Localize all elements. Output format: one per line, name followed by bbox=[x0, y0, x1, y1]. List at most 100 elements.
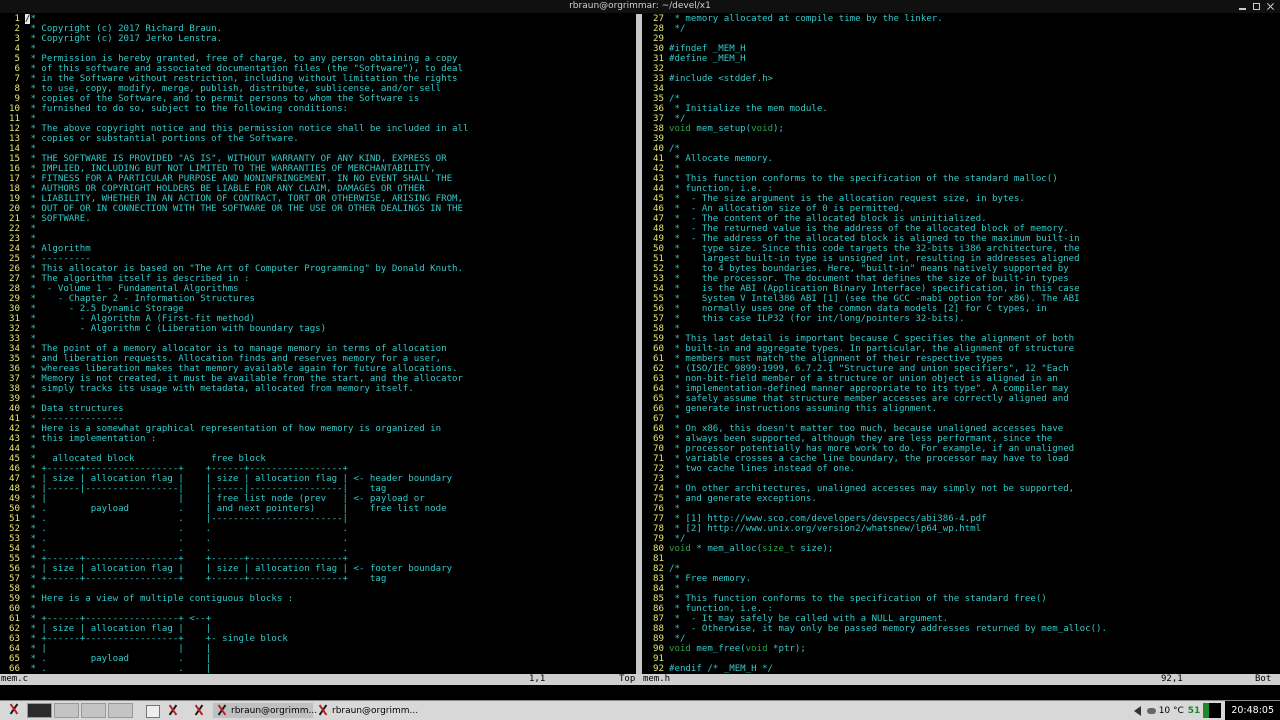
code-line[interactable]: 66 * . . | bbox=[0, 664, 636, 674]
code-line[interactable]: 77 * [1] http://www.sco.com/developers/d… bbox=[642, 514, 1280, 524]
code-line[interactable]: 34 bbox=[642, 84, 1280, 94]
workspace-4[interactable] bbox=[108, 703, 133, 718]
editor-pane-mem-h[interactable]: 27 * memory allocated at compile time by… bbox=[642, 14, 1280, 674]
code-line[interactable]: 18 * AUTHORS OR COPYRIGHT HOLDERS BE LIA… bbox=[0, 184, 636, 194]
code-line[interactable]: 3 * Copyright (c) 2017 Jerko Lenstra. bbox=[0, 34, 636, 44]
code-line[interactable]: 74 * On other architectures, unaligned a… bbox=[642, 484, 1280, 494]
code-line[interactable]: 46 * +------+-----------------+ +------+… bbox=[0, 464, 636, 474]
code-line[interactable]: 54 * . . . . bbox=[0, 544, 636, 554]
code-line[interactable]: 37 */ bbox=[642, 114, 1280, 124]
code-line[interactable]: 43 * this implementation : bbox=[0, 434, 636, 444]
workspace-3[interactable] bbox=[81, 703, 106, 718]
code-line[interactable]: 57 * +------+-----------------+ +------+… bbox=[0, 574, 636, 584]
code-line[interactable]: 64 * implementation-defined manner appro… bbox=[642, 384, 1280, 394]
code-line[interactable]: 54 * is the ABI (Application Binary Inte… bbox=[642, 284, 1280, 294]
code-line[interactable]: 53 * the processor. The document that de… bbox=[642, 274, 1280, 284]
window-titlebar[interactable]: rbraun@orgrimmar: ~/devel/x1 bbox=[0, 0, 1280, 13]
code-line[interactable]: 31 * - Algorithm A (First-fit method) bbox=[0, 314, 636, 324]
code-line[interactable]: 65 * safely assume that structure member… bbox=[642, 394, 1280, 404]
code-line[interactable]: 83 * Free memory. bbox=[642, 574, 1280, 584]
code-line[interactable]: 69 * always been supported, although the… bbox=[642, 434, 1280, 444]
code-line[interactable]: 28 * - Volume 1 - Fundamental Algorithms bbox=[0, 284, 636, 294]
code-line[interactable]: 61 * +------+-----------------+ <--+ bbox=[0, 614, 636, 624]
code-line[interactable]: 58 * bbox=[642, 324, 1280, 334]
code-line[interactable]: 10 * furnished to do so, subject to the … bbox=[0, 104, 636, 114]
code-line[interactable]: 17 * FITNESS FOR A PARTICULAR PURPOSE AN… bbox=[0, 174, 636, 184]
code-line[interactable]: 55 * System V Intel386 ABI [1] (see the … bbox=[642, 294, 1280, 304]
code-line[interactable]: 23 * bbox=[0, 234, 636, 244]
code-line[interactable]: 64 * | | | bbox=[0, 644, 636, 654]
code-line[interactable]: 73 * bbox=[642, 474, 1280, 484]
minimize-icon[interactable] bbox=[1239, 4, 1246, 10]
terminal-launcher-icon-2[interactable] bbox=[190, 703, 208, 718]
code-line[interactable]: 49 * | | | free list node (prev | <- pay… bbox=[0, 494, 636, 504]
code-line[interactable]: 42 * bbox=[642, 164, 1280, 174]
show-desktop-icon[interactable] bbox=[146, 705, 160, 718]
code-line[interactable]: 44 * bbox=[0, 444, 636, 454]
code-line[interactable]: 35 * and liberation requests. Allocation… bbox=[0, 354, 636, 364]
code-line[interactable]: 58 * bbox=[0, 584, 636, 594]
code-line[interactable]: 60 * built-in and aggregate types. In pa… bbox=[642, 344, 1280, 354]
code-line[interactable]: 9 * copies of the Software, and to permi… bbox=[0, 94, 636, 104]
code-line[interactable]: 78 * [2] http://www.unix.org/version2/wh… bbox=[642, 524, 1280, 534]
terminal-launcher-icon[interactable] bbox=[164, 703, 182, 718]
code-line[interactable]: 40 /* bbox=[642, 144, 1280, 154]
code-line[interactable]: 51 * . . |------------------------| bbox=[0, 514, 636, 524]
vim-command-line[interactable] bbox=[0, 685, 1280, 700]
code-line[interactable]: 80 void * mem_alloc(size_t size); bbox=[642, 544, 1280, 554]
code-line[interactable]: 41 * --------------- bbox=[0, 414, 636, 424]
code-line[interactable]: 50 * . payload . | and next pointers) | … bbox=[0, 504, 636, 514]
code-line[interactable]: 16 * IMPLIED, INCLUDING BUT NOT LIMITED … bbox=[0, 164, 636, 174]
code-line[interactable]: 6 * of this software and associated docu… bbox=[0, 64, 636, 74]
code-line[interactable]: 75 * and generate exceptions. bbox=[642, 494, 1280, 504]
code-line[interactable]: 38 * simply tracks its usage with metada… bbox=[0, 384, 636, 394]
code-line[interactable]: 48 * |------|-----------------| |------|… bbox=[0, 484, 636, 494]
code-line[interactable]: 49 * - The address of the allocated bloc… bbox=[642, 234, 1280, 244]
code-line[interactable]: 13 * copies or substantial portions of t… bbox=[0, 134, 636, 144]
taskbar-window-2[interactable]: rbraun@orgrimm... bbox=[314, 703, 418, 718]
code-line[interactable]: 19 * LIABILITY, WHETHER IN AN ACTION OF … bbox=[0, 194, 636, 204]
code-line[interactable]: 59 * Here is a view of multiple contiguo… bbox=[0, 594, 636, 604]
code-line[interactable]: 61 * members must match the alignment of… bbox=[642, 354, 1280, 364]
code-line[interactable]: 22 * bbox=[0, 224, 636, 234]
code-line[interactable]: 24 * Algorithm bbox=[0, 244, 636, 254]
code-line[interactable]: 31 #define _MEM_H bbox=[642, 54, 1280, 64]
code-line[interactable]: 76 * bbox=[642, 504, 1280, 514]
close-icon[interactable] bbox=[1267, 3, 1274, 10]
code-line[interactable]: 30 #ifndef _MEM_H bbox=[642, 44, 1280, 54]
code-line[interactable]: 90 void mem_free(void *ptr); bbox=[642, 644, 1280, 654]
code-line[interactable]: 45 * allocated block free block bbox=[0, 454, 636, 464]
code-line[interactable]: 1 /* bbox=[0, 14, 636, 24]
code-line[interactable]: 48 * - The returned value is the address… bbox=[642, 224, 1280, 234]
code-line[interactable]: 5 * Permission is hereby granted, free o… bbox=[0, 54, 636, 64]
code-line[interactable]: 85 * This function conforms to the speci… bbox=[642, 594, 1280, 604]
code-line[interactable]: 86 * function, i.e. : bbox=[642, 604, 1280, 614]
code-line[interactable]: 65 * . payload . | bbox=[0, 654, 636, 664]
workspace-2[interactable] bbox=[54, 703, 79, 718]
code-line[interactable]: 79 */ bbox=[642, 534, 1280, 544]
code-line[interactable]: 62 * | size | allocation flag | | bbox=[0, 624, 636, 634]
taskbar-window-1[interactable]: rbraun@orgrimm... bbox=[213, 703, 317, 718]
code-line[interactable]: 4 * bbox=[0, 44, 636, 54]
code-line[interactable]: 38 void mem_setup(void); bbox=[642, 124, 1280, 134]
code-line[interactable]: 42 * Here is a somewhat graphical repres… bbox=[0, 424, 636, 434]
code-line[interactable]: 59 * This last detail is important becau… bbox=[642, 334, 1280, 344]
code-line[interactable]: 88 * - Otherwise, it may only be passed … bbox=[642, 624, 1280, 634]
code-line[interactable]: 60 * bbox=[0, 604, 636, 614]
code-line[interactable]: 7 * in the Software without restriction,… bbox=[0, 74, 636, 84]
code-line[interactable]: 29 bbox=[642, 34, 1280, 44]
code-line[interactable]: 55 * +------+-----------------+ +------+… bbox=[0, 554, 636, 564]
code-line[interactable]: 43 * This function conforms to the speci… bbox=[642, 174, 1280, 184]
code-line[interactable]: 29 * - Chapter 2 - Information Structure… bbox=[0, 294, 636, 304]
code-line[interactable]: 26 * This allocator is based on "The Art… bbox=[0, 264, 636, 274]
code-line[interactable]: 50 * type size. Since this code targets … bbox=[642, 244, 1280, 254]
code-line[interactable]: 47 * | size | allocation flag | | size |… bbox=[0, 474, 636, 484]
volume-icon[interactable] bbox=[1133, 705, 1141, 716]
code-line[interactable]: 36 * Initialize the mem module. bbox=[642, 104, 1280, 114]
code-line[interactable]: 63 * +------+-----------------+ +- singl… bbox=[0, 634, 636, 644]
code-line[interactable]: 12 * The above copyright notice and this… bbox=[0, 124, 636, 134]
code-line[interactable]: 53 * . . . . bbox=[0, 534, 636, 544]
code-line[interactable]: 92 #endif /* _MEM_H */ bbox=[642, 664, 1280, 674]
code-line[interactable]: 27 * memory allocated at compile time by… bbox=[642, 14, 1280, 24]
code-line[interactable]: 41 * Allocate memory. bbox=[642, 154, 1280, 164]
